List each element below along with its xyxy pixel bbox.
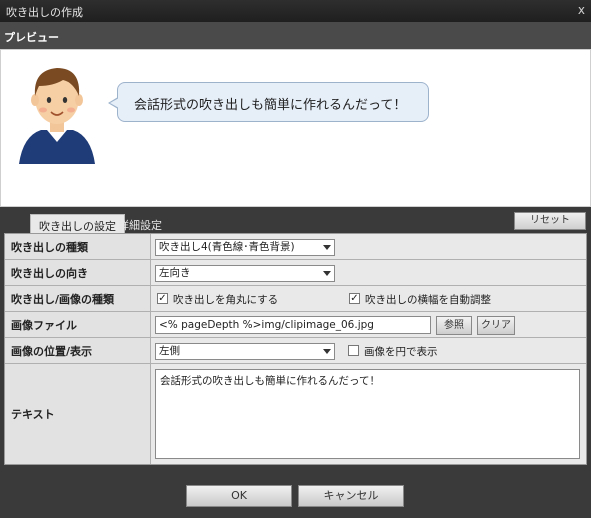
speech-bubble-text: 会話形式の吹き出しも簡単に作れるんだって！ [134, 98, 407, 113]
person-avatar-icon [19, 68, 95, 164]
row-image-position: 画像の位置/表示 左側 画像を円で表示 [5, 338, 586, 364]
image-position-value: 左側 [159, 345, 180, 357]
rounded-checkbox-label: 吹き出しを角丸にする [173, 294, 279, 306]
window-title: 吹き出しの作成 [6, 6, 83, 19]
title-bar: 吹き出しの作成 x [0, 0, 591, 22]
chevron-down-icon [323, 271, 331, 276]
auto-width-checkbox[interactable]: ✓ [349, 293, 360, 304]
image-position-label: 画像の位置/表示 [5, 338, 151, 363]
cancel-button[interactable]: キャンセル [298, 485, 404, 507]
rounded-checkbox[interactable]: ✓ [157, 293, 168, 304]
auto-width-checkbox-label: 吹き出しの横幅を自動調整 [365, 294, 491, 306]
tabs-bar: 吹き出しの設定 詳細設定 [0, 207, 591, 233]
direction-select[interactable]: 左向き [155, 265, 335, 282]
direction-cell: 左向き [151, 260, 586, 285]
direction-value: 左向き [159, 267, 191, 279]
image-position-select[interactable]: 左側 [155, 343, 335, 360]
circle-checkbox-label: 画像を円で表示 [364, 346, 438, 358]
speech-bubble: 会話形式の吹き出しも簡単に作れるんだって！ [108, 82, 429, 122]
image-position-cell: 左側 画像を円で表示 [151, 338, 586, 363]
balloon-type-label-text: 吹き出しの種類 [11, 240, 88, 254]
image-file-input[interactable]: <% pageDepth %>img/clipimage_06.jpg [155, 316, 431, 334]
circle-checkbox[interactable] [348, 345, 359, 356]
direction-label-text: 吹き出しの向き [11, 266, 88, 280]
footer [0, 467, 591, 518]
balloon-type-cell: 吹き出し4(青色線･青色背景) [151, 234, 586, 259]
image-file-cell: <% pageDepth %>img/clipimage_06.jpg 参照 ク… [151, 312, 586, 337]
browse-button[interactable]: 参照 [436, 316, 472, 335]
image-position-label-text: 画像の位置/表示 [11, 344, 93, 358]
balloon-type-label: 吹き出しの種類 [5, 234, 151, 259]
chevron-down-icon [323, 349, 331, 354]
preview-heading: プレビュー [4, 31, 59, 44]
chevron-down-icon [323, 245, 331, 250]
balloon-type-value: 吹き出し4(青色線･青色背景) [159, 241, 295, 253]
image-kind-cell: ✓ 吹き出しを角丸にする ✓ 吹き出しの横幅を自動調整 [151, 286, 586, 311]
text-label: テキスト [5, 364, 151, 464]
preview-area: 会話形式の吹き出しも簡単に作れるんだって！ [0, 49, 591, 207]
row-image-file: 画像ファイル <% pageDepth %>img/clipimage_06.j… [5, 312, 586, 338]
row-image-kind: 吹き出し/画像の種類 ✓ 吹き出しを角丸にする ✓ 吹き出しの横幅を自動調整 [5, 286, 586, 312]
ok-button[interactable]: OK [186, 485, 292, 507]
reset-button[interactable]: リセット [514, 212, 586, 230]
image-kind-label-text: 吹き出し/画像の種類 [11, 292, 115, 306]
row-direction: 吹き出しの向き 左向き [5, 260, 586, 286]
text-area[interactable]: 会話形式の吹き出しも簡単に作れるんだって！ [155, 369, 580, 459]
clear-button[interactable]: クリア [477, 316, 515, 335]
direction-label: 吹き出しの向き [5, 260, 151, 285]
text-cell: 会話形式の吹き出しも簡単に作れるんだって！ [151, 364, 586, 464]
row-text: テキスト 会話形式の吹き出しも簡単に作れるんだって！ [5, 364, 586, 464]
image-file-label: 画像ファイル [5, 312, 151, 337]
settings-form: 吹き出しの種類 吹き出し4(青色線･青色背景) 吹き出しの向き 左向き 吹き出し… [4, 233, 587, 465]
image-kind-label: 吹き出し/画像の種類 [5, 286, 151, 311]
tab-detail-settings[interactable]: 詳細設定 [110, 214, 170, 233]
image-file-label-text: 画像ファイル [11, 318, 77, 332]
preview-header: プレビュー [0, 22, 591, 49]
close-icon[interactable]: x [578, 3, 585, 17]
row-balloon-type: 吹き出しの種類 吹き出し4(青色線･青色背景) [5, 234, 586, 260]
text-label-text: テキスト [11, 408, 55, 421]
balloon-type-select[interactable]: 吹き出し4(青色線･青色背景) [155, 239, 335, 256]
